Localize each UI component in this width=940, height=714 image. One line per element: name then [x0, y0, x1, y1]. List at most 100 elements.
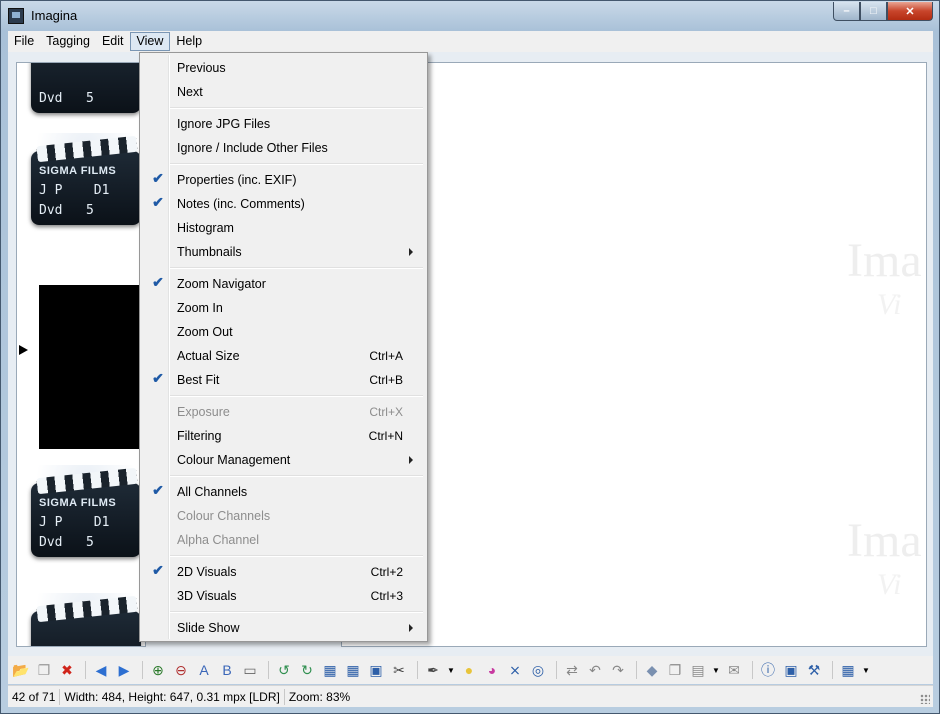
menu-item-label: Exposure — [177, 405, 230, 419]
scissors-icon[interactable]: ✂ — [389, 660, 409, 680]
menu-item-ignore-include-other-files[interactable]: Ignore / Include Other Files — [142, 136, 425, 160]
info-icon[interactable]: ⓘ — [758, 660, 778, 680]
menu-tagging[interactable]: Tagging — [40, 32, 96, 51]
delete-icon[interactable]: ✖ — [57, 660, 77, 680]
view-menu-dropdown: Previous Next Ignore JPG Files Ignore / Inc… — [139, 52, 428, 642]
tag-icon[interactable]: ◆ — [642, 660, 662, 680]
menu-item-properties-inc-exif[interactable]: ✔ Properties (inc. EXIF) — [142, 168, 425, 192]
menu-separator — [170, 107, 423, 109]
dropdown-arrow-icon[interactable]: ▼ — [446, 660, 456, 680]
menu-item-zoom-out[interactable]: Zoom Out — [142, 320, 425, 344]
thumb-brand: SIGMA FILMS — [39, 497, 117, 509]
thumb-row2-right: 5 — [85, 91, 94, 106]
status-position: 42 of 71 — [12, 689, 56, 704]
menu-item-zoom-in[interactable]: Zoom In — [142, 296, 425, 320]
checkmark-icon: ✔ — [152, 194, 164, 210]
thumbnail[interactable] — [27, 593, 145, 646]
previous-icon[interactable]: ◀ — [91, 660, 111, 680]
menu-item-2d-visuals[interactable]: ✔ 2D Visuals Ctrl+2 — [142, 560, 425, 584]
checkmark-icon: ✔ — [152, 562, 164, 578]
window-title: Imagina — [31, 8, 78, 23]
rotate-right-icon[interactable]: ↻ — [297, 660, 317, 680]
resize-grip[interactable] — [920, 694, 930, 704]
eyedropper-icon[interactable]: ✒ — [423, 660, 443, 680]
status-bar: 42 of 71 Width: 484, Height: 647, 0.31 m… — [8, 685, 933, 707]
grid-icon[interactable]: ▦ — [320, 660, 340, 680]
rotate-left-icon[interactable]: ↺ — [274, 660, 294, 680]
mail-icon[interactable]: ✉ — [724, 660, 744, 680]
bulb-icon[interactable]: ● — [459, 660, 479, 680]
menu-item-filtering[interactable]: Filtering Ctrl+N — [142, 424, 425, 448]
menu-edit[interactable]: Edit — [96, 32, 130, 51]
menu-item-label: Slide Show — [177, 621, 240, 635]
duplicate-icon[interactable]: ❐ — [665, 660, 685, 680]
menu-separator — [170, 395, 423, 397]
menu-item-label: Properties (inc. EXIF) — [177, 173, 297, 187]
minimize-button[interactable]: – — [833, 2, 860, 21]
menu-file[interactable]: File — [8, 32, 40, 51]
menu-item-colour-management[interactable]: Colour Management — [142, 448, 425, 472]
thumbnail[interactable]: Dvd 5 — [27, 63, 145, 121]
menu-item-next[interactable]: Next — [142, 80, 425, 104]
copy-icon[interactable]: ❐ — [34, 660, 54, 680]
image-viewer[interactable]: Ima Vi Ima Vi — [341, 62, 927, 647]
toolbar-separator — [85, 661, 86, 679]
submenu-arrow-icon — [409, 248, 413, 256]
menu-item-slide-show[interactable]: Slide Show — [142, 616, 425, 640]
menu-item-best-fit[interactable]: ✔ Best Fit Ctrl+B — [142, 368, 425, 392]
menu-item-actual-size[interactable]: Actual Size Ctrl+A — [142, 344, 425, 368]
menu-item-notes-inc-comments[interactable]: ✔ Notes (inc. Comments) — [142, 192, 425, 216]
title-bar[interactable]: Imagina – □ ✕ — [1, 1, 939, 31]
menu-item-zoom-navigator[interactable]: ✔ Zoom Navigator — [142, 272, 425, 296]
menu-item-ignore-jpg-files[interactable]: Ignore JPG Files — [142, 112, 425, 136]
menu-item-shortcut: Ctrl+2 — [370, 565, 403, 579]
menu-item-label: Ignore JPG Files — [177, 117, 271, 131]
font-a-icon[interactable]: A — [194, 660, 214, 680]
menu-bar: File Tagging Edit View Help — [8, 31, 933, 52]
grid2-icon[interactable]: ▦ — [343, 660, 363, 680]
frame-icon[interactable]: ▭ — [240, 660, 260, 680]
toolbar-separator — [752, 661, 753, 679]
status-details: Width: 484, Height: 647, 0.31 mpx [LDR] — [64, 689, 280, 704]
thumb-row1-right: D1 — [93, 515, 110, 530]
thumb-row2: Dvd — [39, 535, 63, 550]
next-icon[interactable]: ▶ — [114, 660, 134, 680]
dropdown-arrow-icon[interactable]: ▼ — [861, 660, 871, 680]
chart-icon[interactable]: ⨯ — [505, 660, 525, 680]
menu-help[interactable]: Help — [170, 32, 208, 51]
status-zoom: Zoom: 83% — [288, 689, 351, 704]
menu-item-thumbnails[interactable]: Thumbnails — [142, 240, 425, 264]
redo-icon[interactable]: ↷ — [608, 660, 628, 680]
swap-icon[interactable]: ⇄ — [562, 660, 582, 680]
save-icon[interactable]: ▣ — [781, 660, 801, 680]
colour-wheel-icon[interactable]: ◕ — [482, 660, 502, 680]
close-button[interactable]: ✕ — [887, 2, 933, 21]
zoom-in-icon[interactable]: ⊕ — [148, 660, 168, 680]
menu-item-all-channels[interactable]: ✔ All Channels — [142, 480, 425, 504]
open-folder-icon[interactable]: 📂 — [11, 660, 31, 680]
layout-icon[interactable]: ▦ — [838, 660, 858, 680]
zoom-out-icon[interactable]: ⊖ — [171, 660, 191, 680]
undo-icon[interactable]: ↶ — [585, 660, 605, 680]
menu-item-previous[interactable]: Previous — [142, 56, 425, 80]
thumbnail[interactable]: SIGMA FILMS J P D1 Dvd 5 — [27, 465, 145, 565]
selected-thumbnail[interactable] — [39, 285, 145, 449]
radar-icon[interactable]: ◎ — [528, 660, 548, 680]
dropdown-arrow-icon[interactable]: ▼ — [711, 660, 721, 680]
menu-item-histogram[interactable]: Histogram — [142, 216, 425, 240]
menu-item-3d-visuals[interactable]: 3D Visuals Ctrl+3 — [142, 584, 425, 608]
menu-item-label: Thumbnails — [177, 245, 242, 259]
menu-item-exposure: Exposure Ctrl+X — [142, 400, 425, 424]
stack-icon[interactable]: ▤ — [688, 660, 708, 680]
fill-icon[interactable]: ▣ — [366, 660, 386, 680]
app-icon[interactable] — [8, 8, 24, 24]
maximize-button[interactable]: □ — [860, 2, 887, 21]
menu-view[interactable]: View — [129, 32, 171, 51]
thumbnail-strip[interactable]: Dvd 5 SIGMA FILMS J P D1 Dvd 5 SIGMA FIL… — [16, 62, 146, 647]
menu-separator — [170, 611, 423, 613]
menu-item-shortcut: Ctrl+3 — [370, 589, 403, 603]
font-b-icon[interactable]: B — [217, 660, 237, 680]
thumb-row1: J P — [39, 183, 63, 198]
thumbnail[interactable]: SIGMA FILMS J P D1 Dvd 5 — [27, 133, 145, 233]
settings-icon[interactable]: ⚒ — [804, 660, 824, 680]
